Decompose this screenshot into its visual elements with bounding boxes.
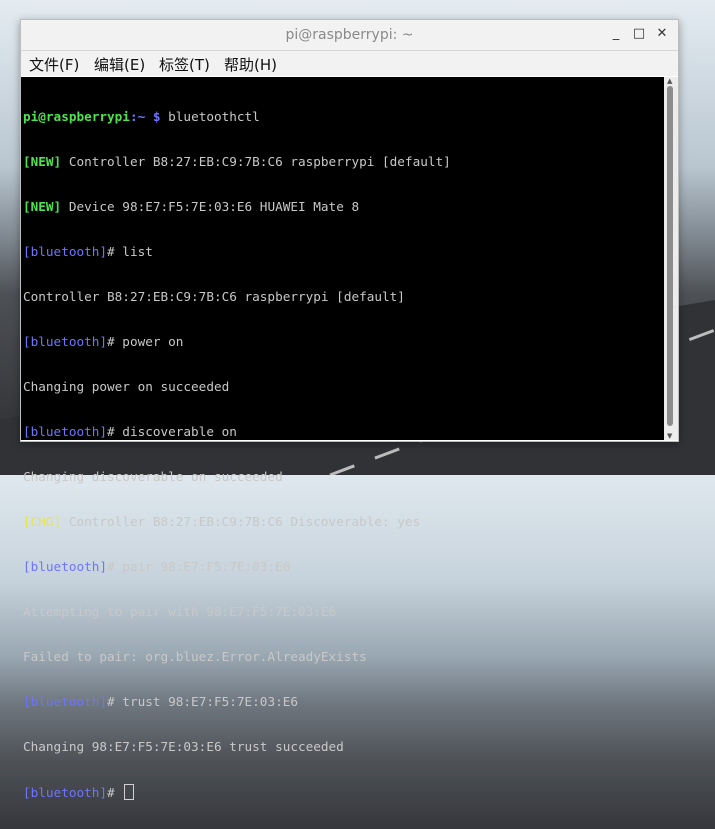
line-text: # pair 98:E7:F5:7E:03:E6: [107, 559, 291, 574]
line-text: Device 98:E7:F5:7E:03:E6 HUAWEI Mate 8: [61, 199, 360, 214]
output-line: [NEW] Controller B8:27:EB:C9:7B:C6 raspb…: [23, 154, 664, 169]
line-text: # power on: [107, 334, 184, 349]
output-line: [bluetooth]# discoverable on: [23, 424, 664, 439]
menu-file[interactable]: 文件(F): [29, 54, 79, 75]
menu-help[interactable]: 帮助(H): [224, 54, 277, 75]
menu-tabs[interactable]: 标签(T): [159, 54, 210, 75]
line-text: Controller B8:27:EB:C9:7B:C6 raspberrypi…: [61, 154, 451, 169]
bluetooth-prompt: [bluetooth]: [23, 694, 108, 709]
bluetooth-prompt: [bluetooth]: [23, 424, 108, 439]
output-line: [NEW] Device 98:E7:F5:7E:03:E6 HUAWEI Ma…: [23, 199, 664, 214]
current-input-line[interactable]: [bluetooth]#: [23, 784, 664, 800]
line-text: #: [107, 785, 123, 800]
line-text: Attempting to pair with 98:E7:F5:7E:03:E…: [23, 604, 337, 619]
bluetooth-prompt: [bluetooth]: [23, 785, 108, 800]
line-text: # trust 98:E7:F5:7E:03:E6: [107, 694, 298, 709]
scroll-down-arrow-icon[interactable]: ▼: [667, 432, 672, 440]
menu-bar: 文件(F) 编辑(E) 标签(T) 帮助(H): [21, 51, 678, 76]
output-line: Failed to pair: org.bluez.Error.AlreadyE…: [23, 649, 664, 664]
prompt-user: pi@raspberrypi: [23, 109, 130, 124]
line-text: Controller B8:27:EB:C9:7B:C6 Discoverabl…: [61, 514, 421, 529]
bluetooth-prompt: [bluetooth]: [23, 559, 108, 574]
output-line: [bluetooth]# trust 98:E7:F5:7E:03:E6: [23, 694, 664, 709]
output-line: Changing 98:E7:F5:7E:03:E6 trust succeed…: [23, 739, 664, 754]
vertical-scrollbar[interactable]: ▲ ▼: [664, 77, 678, 440]
line-text: Failed to pair: org.bluez.Error.AlreadyE…: [23, 649, 367, 664]
prompt-path: :~ $: [129, 109, 161, 124]
prompt-line: pi@raspberrypi:~ $ bluetoothctl: [23, 109, 664, 124]
minimize-button[interactable]: _: [607, 25, 625, 43]
line-text: Changing 98:E7:F5:7E:03:E6 trust succeed…: [23, 739, 344, 754]
terminal-window: pi@raspberrypi: ~ _ □ ✕ 文件(F) 编辑(E) 标签(T…: [20, 19, 679, 800]
tag-new: [NEW]: [23, 199, 62, 214]
scrollbar-thumb[interactable]: [667, 86, 673, 426]
maximize-button[interactable]: □: [630, 25, 648, 43]
tag-chg: [CHG]: [23, 514, 62, 529]
command-text: bluetoothctl: [160, 109, 260, 124]
bluetooth-prompt: [bluetooth]: [23, 334, 108, 349]
output-line: Changing power on succeeded: [23, 379, 664, 394]
close-button[interactable]: ✕: [653, 25, 671, 43]
tag-new: [NEW]: [23, 154, 62, 169]
output-line: Controller B8:27:EB:C9:7B:C6 raspberrypi…: [23, 289, 664, 304]
line-text: Changing discoverable on succeeded: [23, 469, 283, 484]
window-title: pi@raspberrypi: ~: [285, 27, 414, 43]
output-line: Changing discoverable on succeeded: [23, 469, 664, 484]
title-bar[interactable]: pi@raspberrypi: ~ _ □ ✕: [21, 20, 678, 51]
text-cursor: [124, 784, 135, 800]
line-text: # discoverable on: [107, 424, 237, 439]
line-text: Controller B8:27:EB:C9:7B:C6 raspberrypi…: [23, 289, 405, 304]
line-text: # list: [107, 244, 153, 259]
output-line: [bluetooth]# power on: [23, 334, 664, 349]
bluetooth-prompt: [bluetooth]: [23, 244, 108, 259]
line-text: Changing power on succeeded: [23, 379, 230, 394]
output-line: [CHG] Controller B8:27:EB:C9:7B:C6 Disco…: [23, 514, 664, 529]
output-line: [bluetooth]# list: [23, 244, 664, 259]
output-line: Attempting to pair with 98:E7:F5:7E:03:E…: [23, 604, 664, 619]
menu-edit[interactable]: 编辑(E): [94, 54, 145, 75]
terminal-output[interactable]: pi@raspberrypi:~ $ bluetoothctl [NEW] Co…: [21, 77, 664, 800]
output-line: [bluetooth]# pair 98:E7:F5:7E:03:E6: [23, 559, 664, 574]
scroll-up-arrow-icon[interactable]: ▲: [667, 77, 672, 85]
